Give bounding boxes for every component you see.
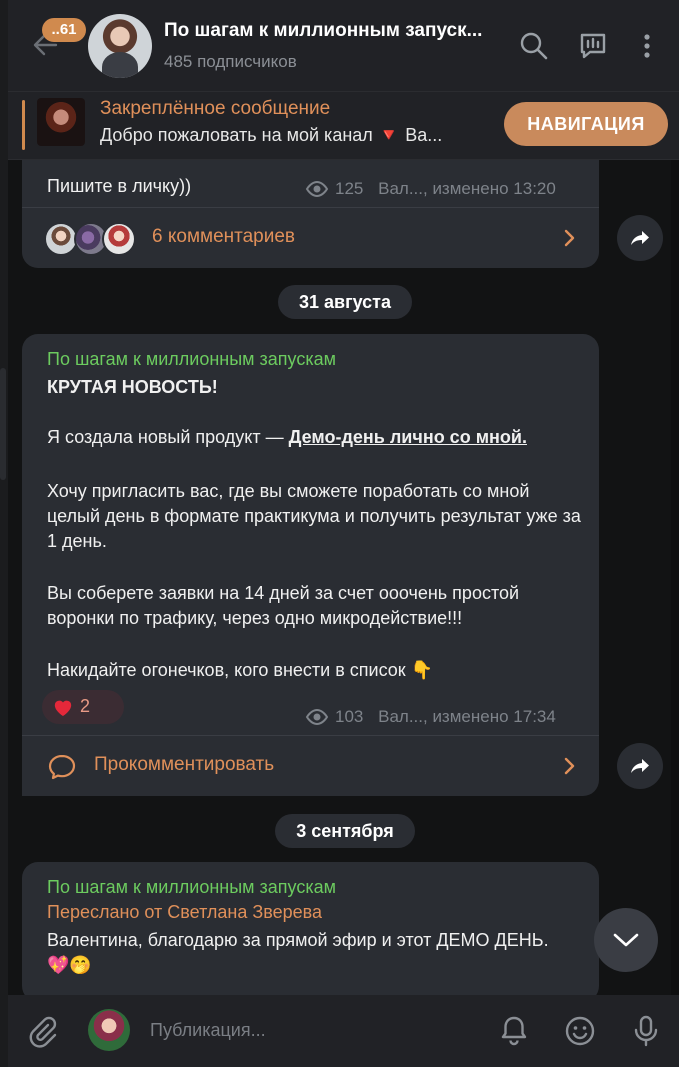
- pinned-thumbnail: [37, 98, 85, 146]
- message-bubble: По шагам к миллионным запускам КРУТАЯ НО…: [22, 334, 599, 796]
- message-paragraph: Накидайте огонечков, кого внести в списо…: [47, 660, 434, 680]
- pinned-indicator: [22, 100, 25, 150]
- microphone-icon: [634, 1015, 658, 1047]
- message-paragraph: Вы соберете заявки на 14 дней за счет оо…: [47, 583, 520, 628]
- paragraph-text: Я создала новый продукт —: [47, 427, 289, 447]
- chat-icon: [580, 33, 606, 59]
- channel-avatar[interactable]: [88, 14, 152, 78]
- share-icon: [631, 231, 649, 245]
- send-as-avatar[interactable]: [88, 1009, 130, 1051]
- product-link[interactable]: Демо-день лично со мной.: [289, 427, 527, 447]
- message-headline: КРУТАЯ НОВОСТЬ!: [47, 377, 218, 397]
- telegram-channel-window: Пишите в личку)) 125 Вал..., изменено 13…: [0, 0, 679, 1067]
- avatar: [44, 222, 78, 256]
- subscriber-count: 485 подписчиков: [164, 52, 297, 71]
- chevron-down-icon: [613, 933, 639, 947]
- paperclip-icon: [29, 1016, 57, 1048]
- author-edited: Вал..., изменено 13:20: [378, 179, 556, 198]
- more-vertical-icon: [644, 34, 650, 58]
- pinned-text: Добро пожаловать на мой канал 🔻 Ва...: [100, 125, 443, 145]
- share-button[interactable]: [617, 743, 663, 789]
- more-button[interactable]: [631, 30, 663, 62]
- date-separator: 3 сентября: [275, 814, 415, 848]
- attach-button[interactable]: [24, 1013, 60, 1049]
- bell-icon: [501, 1016, 527, 1046]
- message-meta: 103 Вал..., изменено 17:34: [305, 707, 556, 731]
- date-separator: 31 августа: [278, 285, 412, 319]
- message-text: Валентина, благодарю за прямой эфир и эт…: [47, 930, 549, 975]
- smile-icon: [565, 1016, 595, 1046]
- forwarded-from[interactable]: Переслано от Светлана Зверева: [47, 902, 322, 923]
- message-input[interactable]: [150, 1015, 480, 1045]
- comment-label: Прокомментировать: [94, 754, 275, 775]
- scrollbar-handle[interactable]: [0, 368, 6, 480]
- search-icon: [520, 32, 548, 60]
- reaction-count: 2: [80, 696, 91, 716]
- eye-icon: [305, 180, 329, 203]
- share-icon: [631, 759, 649, 773]
- pinned-title: Закреплённое сообщение: [100, 98, 331, 119]
- composer-bar: [8, 995, 679, 1067]
- navigation-button[interactable]: НАВИГАЦИЯ: [504, 102, 668, 146]
- share-button[interactable]: [617, 215, 663, 261]
- pinned-message-bar[interactable]: Закреплённое сообщение Добро пожаловать …: [8, 92, 679, 160]
- comment-link[interactable]: Прокомментировать: [22, 736, 599, 796]
- views-count: 125: [335, 179, 364, 198]
- commenter-avatars: [44, 222, 140, 256]
- voice-button[interactable]: [628, 1013, 664, 1049]
- reaction-heart[interactable]: 2: [42, 690, 124, 724]
- chevron-right-icon: [564, 229, 575, 247]
- channel-title[interactable]: По шагам к миллионным запуск...: [164, 20, 504, 42]
- discussion-button[interactable]: [577, 30, 609, 62]
- heart-icon: [54, 700, 72, 717]
- message-paragraph: Я создала новый продукт — Демо-день личн…: [47, 425, 587, 450]
- comment-icon: [48, 754, 76, 780]
- chat-header: ..61 По шагам к миллионным запуск... 485…: [8, 0, 679, 92]
- sender-name[interactable]: По шагам к миллионным запускам: [47, 349, 336, 370]
- left-panel-edge: [0, 0, 8, 1067]
- chevron-right-icon: [564, 757, 575, 775]
- unread-badge: ..61: [42, 18, 86, 42]
- message-bubble: По шагам к миллионным запускам Переслано…: [22, 862, 599, 1002]
- message-text: Пишите в личку)): [47, 176, 192, 196]
- message-meta: 125 Вал..., изменено 13:20: [305, 179, 556, 203]
- silent-toggle-button[interactable]: [496, 1013, 532, 1049]
- comments-count-label: 6 комментариев: [152, 226, 296, 247]
- author-edited: Вал..., изменено 17:34: [378, 707, 556, 726]
- emoji-button[interactable]: [562, 1013, 598, 1049]
- scroll-down-button[interactable]: [594, 908, 658, 972]
- views-count: 103: [335, 707, 364, 726]
- sender-name[interactable]: По шагам к миллионным запускам: [47, 877, 336, 898]
- search-button[interactable]: [518, 30, 550, 62]
- eye-icon: [305, 708, 329, 731]
- message-paragraph: Хочу пригласить вас, где вы сможете пора…: [47, 481, 581, 551]
- comments-link[interactable]: 6 комментариев: [22, 208, 599, 268]
- avatar: [102, 222, 136, 256]
